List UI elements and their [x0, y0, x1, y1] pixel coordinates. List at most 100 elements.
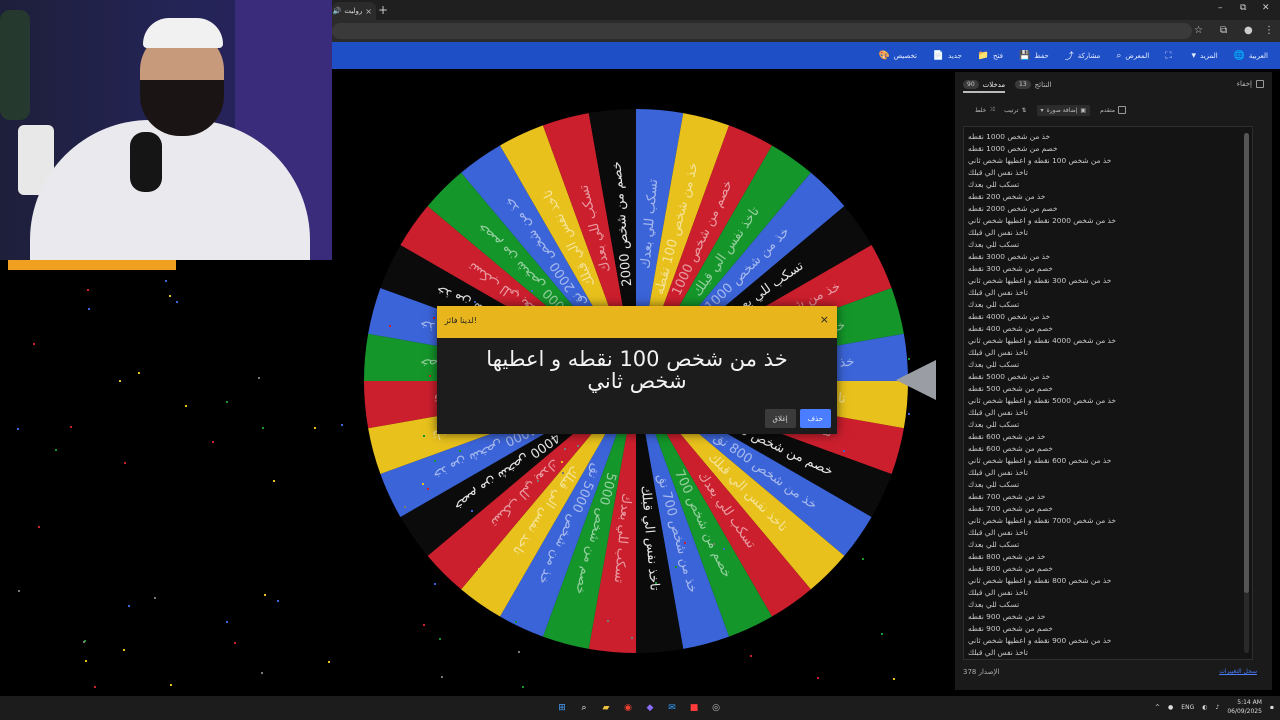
list-item[interactable]: خذ من شخص 800 نقطه و اعطيها شخص ثاني — [968, 575, 1252, 587]
list-item[interactable]: خذ من شخص 1000 نقطه — [968, 131, 1252, 143]
windows-start-icon[interactable]: ⊞ — [554, 700, 570, 716]
list-item[interactable]: تاخذ نفس الي قبلك — [968, 167, 1252, 179]
scrollbar-thumb[interactable] — [1244, 133, 1249, 593]
hide-checkbox[interactable] — [1256, 80, 1264, 88]
app-icon[interactable]: ◆ — [642, 700, 658, 716]
toolbar-item-new[interactable]: 📄 جديد — [933, 51, 962, 61]
list-item[interactable]: خصم من شخص 500 نقطه — [968, 383, 1252, 395]
search-icon[interactable]: ⌕ — [576, 700, 592, 716]
chrome-icon[interactable]: ◉ — [620, 700, 636, 716]
list-item[interactable]: خذ من شخص 900 نقطه — [968, 611, 1252, 623]
list-item[interactable]: خذ من شخص 4000 نقطه — [968, 311, 1252, 323]
outlook-icon[interactable]: ✉ — [664, 700, 680, 716]
list-item[interactable]: خذ من شخص 4000 نقطه و اعطيها شخص ثاني — [968, 335, 1252, 347]
toolbar-item-fullscreen[interactable]: ⛶ — [1165, 51, 1175, 61]
toolbar-item-search[interactable]: ⌕ المعرض — [1116, 51, 1149, 61]
list-item[interactable]: خصم من شخص 900 نقطه — [968, 623, 1252, 635]
list-item[interactable]: تسكب للي بعدك — [968, 599, 1252, 611]
entries-scrollbar[interactable] — [1244, 133, 1249, 653]
tab-entries[interactable]: 90 مدخلات — [963, 80, 1006, 93]
list-item[interactable]: خصم من شخص 700 نقطه — [968, 503, 1252, 515]
red-app-icon[interactable]: ■ — [686, 700, 702, 716]
list-item[interactable]: خصم من شخص 1000 نقطه — [968, 143, 1252, 155]
close-icon[interactable]: × — [820, 313, 829, 326]
list-item[interactable]: تاخذ نفس الي قبلك — [968, 287, 1252, 299]
toolbar-item-share[interactable]: ⤴ مشاركة — [1065, 49, 1101, 63]
list-item[interactable]: تاخذ نفس الي قبلك — [968, 647, 1252, 659]
language-indicator[interactable]: ENG — [1181, 704, 1194, 711]
url-input[interactable] — [332, 23, 1192, 39]
list-item[interactable]: خذ من شخص 5000 نقطه و اعطيها شخص ثاني — [968, 395, 1252, 407]
close-window-button[interactable]: ✕ — [1262, 3, 1270, 13]
browser-tab[interactable]: 🔊 روليت × — [332, 2, 376, 20]
advanced-checkbox[interactable] — [1118, 106, 1126, 114]
tab-results[interactable]: 13 النتائج — [1015, 80, 1052, 89]
list-item[interactable]: خذ من شخص 3000 نقطه — [968, 251, 1252, 263]
list-item[interactable]: خذ من شخص 300 نقطه و اعطيها شخص ثاني — [968, 275, 1252, 287]
list-item[interactable]: تاخذ نفس الي قبلك — [968, 407, 1252, 419]
advanced-toggle[interactable]: متقدم — [1100, 106, 1126, 114]
tab-close-icon[interactable]: × — [365, 7, 372, 16]
list-item[interactable]: تسكب للي بعدك — [968, 299, 1252, 311]
extensions-icon[interactable]: ⧉ — [1220, 25, 1227, 36]
browser-menu-icon[interactable]: ⋮ — [1264, 25, 1274, 36]
hide-toggle[interactable]: إخفاء — [1237, 80, 1264, 88]
list-item[interactable]: تسكب للي بعدك — [968, 239, 1252, 251]
list-item[interactable]: خصم من شخص 800 نقطه — [968, 563, 1252, 575]
hide-label: إخفاء — [1236, 80, 1252, 88]
list-item[interactable]: خصم من شخص 300 نقطه — [968, 263, 1252, 275]
list-item[interactable]: خذ من شخص 100 نقطه و اعطيها شخص ثاني — [968, 155, 1252, 167]
remove-entry-button[interactable]: حذف — [799, 409, 831, 428]
toolbar-item-folder[interactable]: 📁 فتح — [978, 51, 1003, 61]
notification-icon[interactable]: ▪ — [1270, 704, 1274, 711]
list-item[interactable]: خذ من شخص 5000 نقطه — [968, 371, 1252, 383]
toolbar-item-more[interactable]: ▾ المزيد — [1192, 51, 1218, 61]
toolbar-item-save[interactable]: 💾 حفظ — [1019, 51, 1049, 61]
list-item[interactable]: تسكب للي بعدك — [968, 419, 1252, 431]
list-item[interactable]: خذ من شخص 700 نقطه — [968, 491, 1252, 503]
list-item[interactable]: تاخذ نفس الي قبلك — [968, 347, 1252, 359]
new-tab-button[interactable]: + — [378, 3, 388, 17]
list-item[interactable]: خذ من شخص 600 نقطه و اعطيها شخص ثاني — [968, 455, 1252, 467]
list-item[interactable]: خذ من شخص 2000 نقطه و اعطيها شخص ثاني — [968, 215, 1252, 227]
confetti-dot — [428, 375, 431, 378]
list-item[interactable]: تسكب للي بعدك — [968, 539, 1252, 551]
list-item[interactable]: خذ من شخص 800 نقطه — [968, 551, 1252, 563]
tray-chevron-icon[interactable]: ^ — [1155, 704, 1160, 711]
list-item[interactable]: تسكب للي بعدك — [968, 179, 1252, 191]
add-image-dropdown[interactable]: ▾ إضافة صورة ▣ — [1036, 104, 1091, 116]
list-item[interactable]: خذ من شخص 7000 نقطه و اعطيها شخص ثاني — [968, 515, 1252, 527]
list-item[interactable]: تسكب للي بعدك — [968, 359, 1252, 371]
sort-button[interactable]: ترتيب ⇅ — [1004, 107, 1026, 114]
list-item[interactable]: خذ من شخص 900 نقطه و اعطيها شخص ثاني — [968, 635, 1252, 647]
minimize-button[interactable]: – — [1218, 3, 1223, 13]
changelog-link[interactable]: سجل التغييرات — [1219, 668, 1257, 675]
network-icon[interactable]: ◐ — [1202, 704, 1207, 711]
list-item[interactable]: خذ من شخص 600 نقطه — [968, 431, 1252, 443]
file-explorer-icon[interactable]: ▰ — [598, 700, 614, 716]
mic-icon[interactable]: ● — [1168, 704, 1173, 711]
confetti-dot — [536, 479, 539, 482]
list-item[interactable]: خذ من شخص 200 نقطه — [968, 191, 1252, 203]
list-item[interactable]: خصم من شخص 400 نقطه — [968, 323, 1252, 335]
restore-button[interactable]: ⧉ — [1240, 3, 1246, 13]
toolbar-item-globe[interactable]: 🌐 العربية — [1234, 51, 1268, 61]
confetti-dot — [70, 425, 73, 428]
list-item[interactable]: خصم من شخص 600 نقطه — [968, 443, 1252, 455]
volume-icon[interactable]: ♪ — [1215, 704, 1219, 711]
list-item[interactable]: تاخذ نفس الي قبلك — [968, 467, 1252, 479]
bookmark-star-icon[interactable]: ☆ — [1194, 25, 1203, 36]
list-item[interactable]: تاخذ نفس الي قبلك — [968, 527, 1252, 539]
confetti-dot — [908, 357, 911, 360]
list-item[interactable]: خصم من شخص 2000 نقطه — [968, 203, 1252, 215]
entries-textarea[interactable]: خذ من شخص 1000 نقطه خصم من شخص 1000 نقطه خ… — [963, 126, 1253, 660]
clock[interactable]: 5:14 AM 06/09/2025 — [1227, 698, 1262, 716]
shuffle-button[interactable]: خلط ⤨ — [975, 106, 994, 114]
close-dialog-button[interactable]: إغلاق — [764, 409, 796, 428]
list-item[interactable]: تسكب للي بعدك — [968, 479, 1252, 491]
list-item[interactable]: تاخذ نفس الي قبلك — [968, 227, 1252, 239]
steam-icon[interactable]: ◎ — [708, 700, 724, 716]
location-icon[interactable]: ● — [1244, 25, 1253, 36]
toolbar-item-palette[interactable]: 🎨 تخصيص — [878, 51, 916, 61]
list-item[interactable]: تاخذ نفس الي قبلك — [968, 587, 1252, 599]
